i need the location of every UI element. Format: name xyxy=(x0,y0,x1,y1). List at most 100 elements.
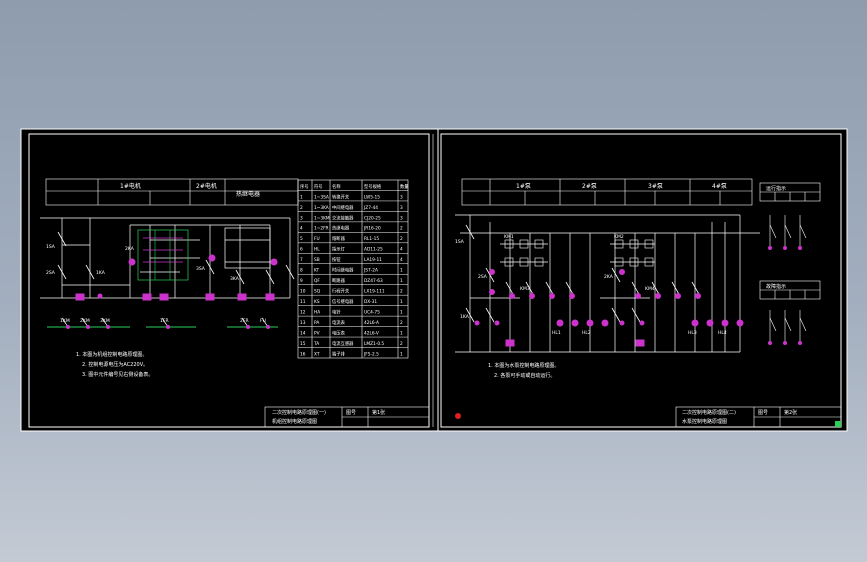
right-legend-bottom-label: 故障指示 xyxy=(766,283,786,290)
left-label: 2SA xyxy=(46,270,56,276)
right-sheet-label: 第2张 xyxy=(784,409,797,416)
equipment-table-cell: 1 xyxy=(400,299,403,305)
equipment-table-cell: QF xyxy=(314,278,320,284)
equipment-table-cell: 热继电器 xyxy=(332,225,350,232)
right-label: 2KA xyxy=(604,274,614,280)
equipment-table-cell: XT xyxy=(314,351,320,357)
left-label: 1KM xyxy=(60,318,70,324)
equipment-table-cell: 转换开关 xyxy=(332,193,350,200)
right-sheet: 1#泵 2#泵 3#泵 4#泵 运行指示 故障指示 1SA 2SA 1KA 2K… xyxy=(437,128,848,432)
right-header-col4: 4#泵 xyxy=(712,183,727,190)
equipment-table-header: 序号 xyxy=(300,183,309,190)
equipment-table-cell: 3 xyxy=(400,215,403,221)
right-label: KM1 xyxy=(504,234,514,240)
left-label: 2KA xyxy=(125,246,135,252)
equipment-table-cell: CJ20-25 xyxy=(364,215,381,221)
equipment-table-cell: 2 xyxy=(300,205,303,211)
equipment-table-cell: 电压表 xyxy=(332,329,346,336)
equipment-table-cell: 1 xyxy=(400,278,403,284)
equipment-table-cell: 2 xyxy=(400,236,403,242)
equipment-table-cell: 8 xyxy=(300,268,303,274)
left-label: 2FR xyxy=(240,318,249,324)
equipment-table-cell: LX19-111 xyxy=(364,289,385,295)
left-drawing-no-label: 图号 xyxy=(346,410,356,416)
equipment-table-cell: 2 xyxy=(400,320,403,326)
equipment-table-cell: PV xyxy=(314,330,320,336)
equipment-table-cell: 时间继电器 xyxy=(332,267,354,274)
right-title-line1: 二次控制电路原理图(二) xyxy=(682,409,736,416)
left-label: FU xyxy=(260,318,266,324)
equipment-table-cell: LW5-15 xyxy=(364,194,380,200)
equipment-table-cell: 信号继电器 xyxy=(332,298,354,305)
equipment-table-header: 数量 xyxy=(400,183,409,190)
right-label: 1KA xyxy=(460,314,470,320)
equipment-table-cell: 电铃 xyxy=(332,309,341,316)
left-header-col3: 热继电器 xyxy=(236,190,260,198)
equipment-table-cell: HL xyxy=(314,247,320,253)
equipment-table-cell: 16 xyxy=(300,351,306,357)
left-label: 3KM xyxy=(100,318,110,324)
green-marker-icon xyxy=(835,421,841,427)
equipment-table-cell: 2 xyxy=(400,226,403,232)
equipment-table-cell: JZ7-44 xyxy=(363,205,378,211)
equipment-table-cell: KS xyxy=(314,299,320,305)
equipment-table-cell: SQ xyxy=(314,289,321,295)
equipment-table-cell: UC4-75 xyxy=(364,310,380,316)
left-label: 1SA xyxy=(46,244,56,250)
equipment-table-cell: 1~3SA xyxy=(314,194,329,200)
left-note: 3. 图中元件编号见右侧设备表。 xyxy=(82,371,153,378)
left-label: 1FR xyxy=(160,318,169,324)
equipment-table-cell: 10 xyxy=(300,289,306,295)
left-note: 2. 控制电源电压为AC220V。 xyxy=(82,361,148,368)
right-label: KM3 xyxy=(520,286,530,292)
equipment-table-cell: 11 xyxy=(300,299,306,305)
equipment-table-cell: 交流接触器 xyxy=(332,214,354,221)
equipment-table-cell: DZ47-63 xyxy=(364,278,383,284)
right-label: HL4 xyxy=(718,330,727,336)
left-sheet: 1#电机 2#电机 热继电器 1SA 2SA 1KA 2KA 3SA 3KA 1… xyxy=(20,128,439,432)
equipment-table-cell: 4 xyxy=(400,257,403,263)
equipment-table-cell: JR16-20 xyxy=(363,226,381,232)
equipment-table-cell: DX-31 xyxy=(364,299,377,305)
left-title-line1: 二次控制电路原理图(一) xyxy=(272,409,326,416)
left-label: 3SA xyxy=(196,266,206,272)
red-marker-icon xyxy=(455,413,461,419)
equipment-table-cell: 5 xyxy=(300,236,303,242)
left-note: 1. 本图为机组控制电路原理图。 xyxy=(76,351,147,358)
right-label: KM4 xyxy=(645,286,655,292)
equipment-table-cell: 1 xyxy=(300,194,303,200)
equipment-table-cell: 3 xyxy=(400,205,403,211)
equipment-table-cell: 15 xyxy=(300,341,306,347)
cad-drawing-canvas: 1#电机 2#电机 热继电器 1SA 2SA 1KA 2KA 3SA 3KA 1… xyxy=(20,128,848,432)
equipment-table-cell: 熔断器 xyxy=(332,235,346,242)
right-note: 1. 本图为水泵控制电路原理图。 xyxy=(488,362,559,369)
equipment-table-cell: 1~3KA xyxy=(314,205,329,211)
right-header-col2: 2#泵 xyxy=(582,183,597,190)
equipment-table-cell: SB xyxy=(314,257,320,263)
equipment-table-cell: 端子排 xyxy=(332,350,346,357)
equipment-table-cell: 电流表 xyxy=(332,319,346,326)
equipment-table-cell: KT xyxy=(314,268,319,274)
right-note: 2. 各泵可手动或自动运行。 xyxy=(494,372,555,379)
equipment-table-cell: 42L6-A xyxy=(364,320,379,326)
equipment-table-cell: 42L6-V xyxy=(364,330,379,336)
equipment-table-cell: HA xyxy=(314,310,320,316)
equipment-table-cell: 9 xyxy=(300,278,303,284)
equipment-table-cell: 1~3KM xyxy=(314,215,330,221)
left-header-col2: 2#电机 xyxy=(196,182,217,190)
equipment-table-cell: 1 xyxy=(400,330,403,336)
equipment-table-cell: 电流互感器 xyxy=(332,340,354,347)
equipment-table-cell: AD11-25 xyxy=(364,247,383,253)
equipment-table-cell: JF5-2.5 xyxy=(363,351,379,357)
equipment-table-cell: 1 xyxy=(400,268,403,274)
equipment-table-cell: 3 xyxy=(400,194,403,200)
right-legend-top-label: 运行指示 xyxy=(766,185,786,192)
equipment-table-cell: TA xyxy=(313,341,319,347)
equipment-table-cell: 行程开关 xyxy=(332,288,350,295)
right-header-col1: 1#泵 xyxy=(516,183,531,190)
left-label: 2KM xyxy=(80,318,90,324)
right-label: 1SA xyxy=(455,239,465,245)
equipment-table-cell: RL1-15 xyxy=(364,236,379,242)
equipment-table-cell: 中间继电器 xyxy=(332,204,354,211)
equipment-table-header: 名称 xyxy=(332,183,341,190)
